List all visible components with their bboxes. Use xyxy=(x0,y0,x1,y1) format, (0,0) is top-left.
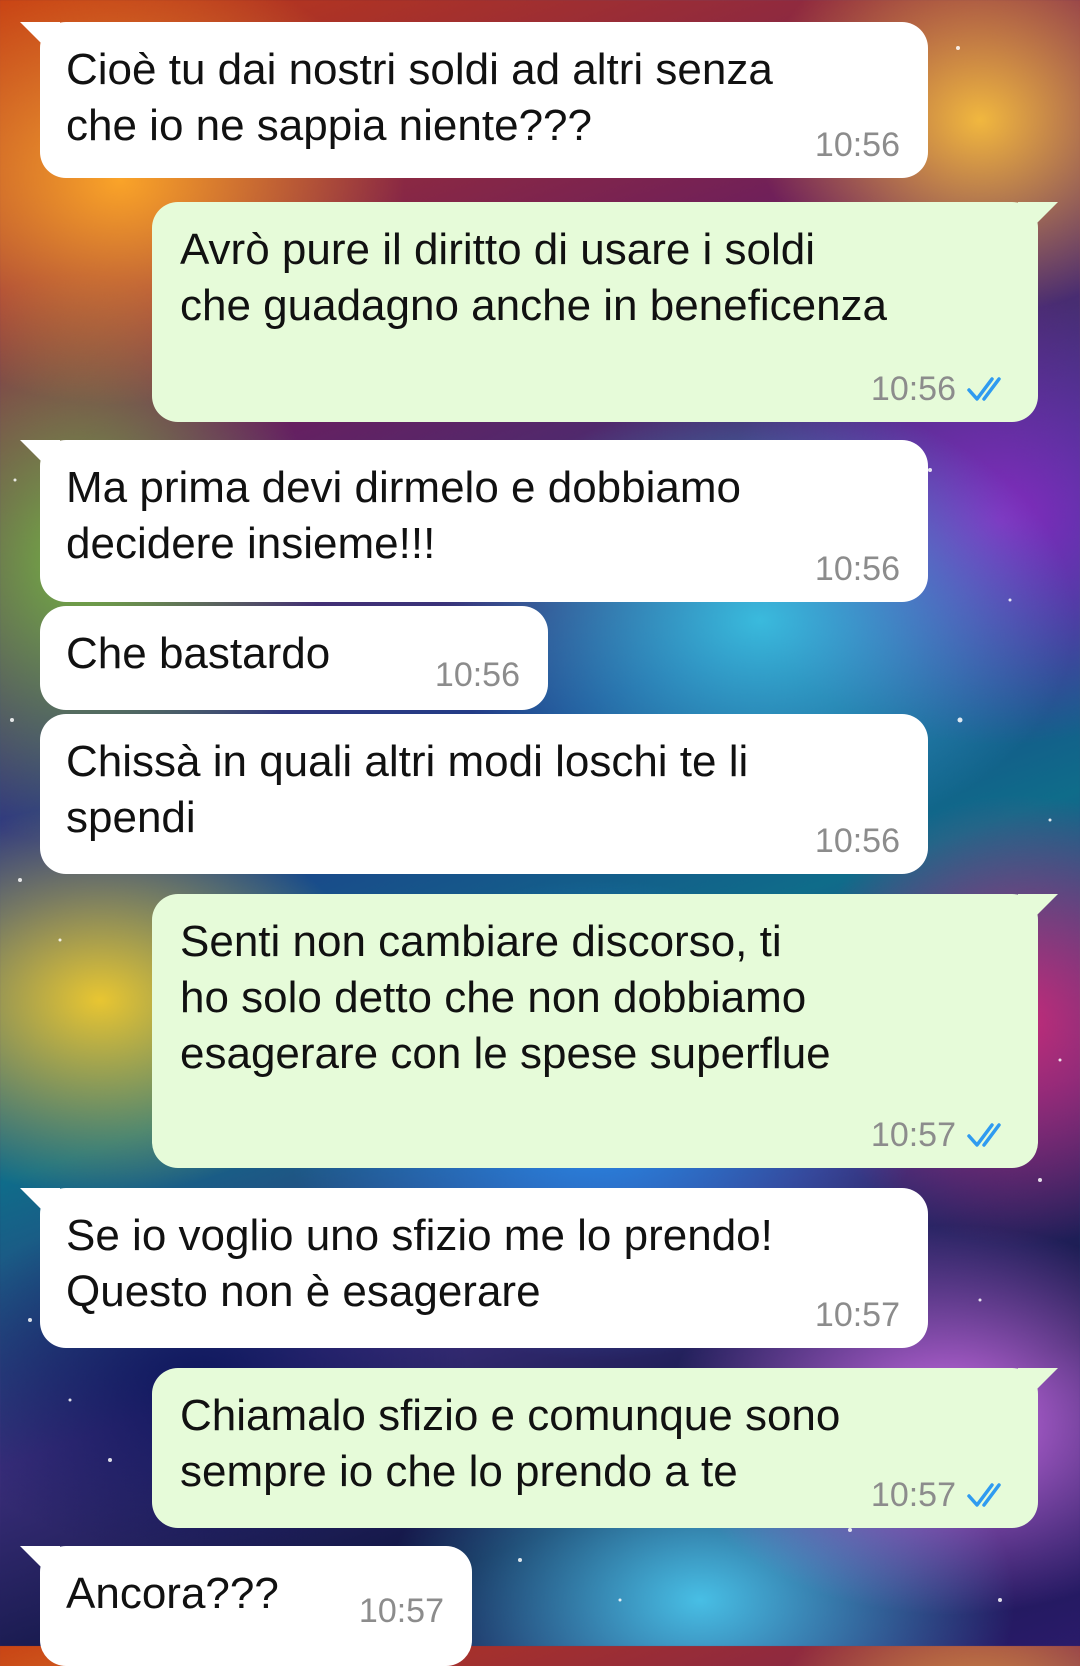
message-text: Chissà in quali altri modi loschi te li … xyxy=(66,737,749,842)
bubble-tail xyxy=(20,1546,60,1586)
bubble-tail xyxy=(20,1188,60,1228)
message-text: Senti non cambiare discorso, ti ho solo … xyxy=(180,917,831,1078)
message-text: Chiamalo sfizio e comunque sono sempre i… xyxy=(180,1391,841,1496)
bubble-tail xyxy=(1018,1368,1058,1408)
bubble-tail xyxy=(1018,202,1058,242)
message-time: 10:56 xyxy=(814,822,900,860)
message-time: 10:56 xyxy=(434,656,520,694)
message-text: Cioè tu dai nostri soldi ad altri senza … xyxy=(66,45,773,150)
message-time: 10:57 xyxy=(358,1592,444,1630)
message-time: 10:56 xyxy=(814,550,900,588)
read-double-check-icon xyxy=(967,1123,1001,1147)
bubble-tail xyxy=(20,22,60,62)
message-bubble-incoming[interactable]: Ancora??? 10:57 xyxy=(20,1546,472,1666)
message-time: 10:57 xyxy=(814,1296,900,1334)
message-bubble-incoming[interactable]: Se io voglio uno sfizio me lo prendo! Qu… xyxy=(20,1188,928,1348)
message-text: Se io voglio uno sfizio me lo prendo! Qu… xyxy=(66,1211,773,1316)
read-double-check-icon xyxy=(967,377,1001,401)
message-text: Che bastardo xyxy=(66,629,331,678)
message-bubble-incoming[interactable]: Che bastardo 10:56 xyxy=(40,606,548,710)
read-double-check-icon xyxy=(967,1483,1001,1507)
message-bubble-outgoing[interactable]: Avrò pure il diritto di usare i soldi ch… xyxy=(152,202,1058,422)
message-text: Ancora??? xyxy=(66,1569,279,1618)
message-text: Ma prima devi dirmelo e dobbiamo decider… xyxy=(66,463,741,568)
message-time: 10:56 xyxy=(870,370,956,408)
message-time: 10:56 xyxy=(814,126,900,164)
message-text: Avrò pure il diritto di usare i soldi ch… xyxy=(180,225,888,330)
message-time: 10:57 xyxy=(870,1476,956,1514)
message-bubble-incoming[interactable]: Chissà in quali altri modi loschi te li … xyxy=(40,714,928,874)
message-bubble-outgoing[interactable]: Chiamalo sfizio e comunque sono sempre i… xyxy=(152,1368,1058,1528)
message-bubble-incoming[interactable]: Cioè tu dai nostri soldi ad altri senza … xyxy=(20,22,928,178)
message-bubble-incoming[interactable]: Ma prima devi dirmelo e dobbiamo decider… xyxy=(20,440,928,602)
message-time: 10:57 xyxy=(870,1116,956,1154)
bubble-tail xyxy=(1018,894,1058,934)
bubble-tail xyxy=(20,440,60,480)
message-bubble-outgoing[interactable]: Senti non cambiare discorso, ti ho solo … xyxy=(152,894,1058,1168)
